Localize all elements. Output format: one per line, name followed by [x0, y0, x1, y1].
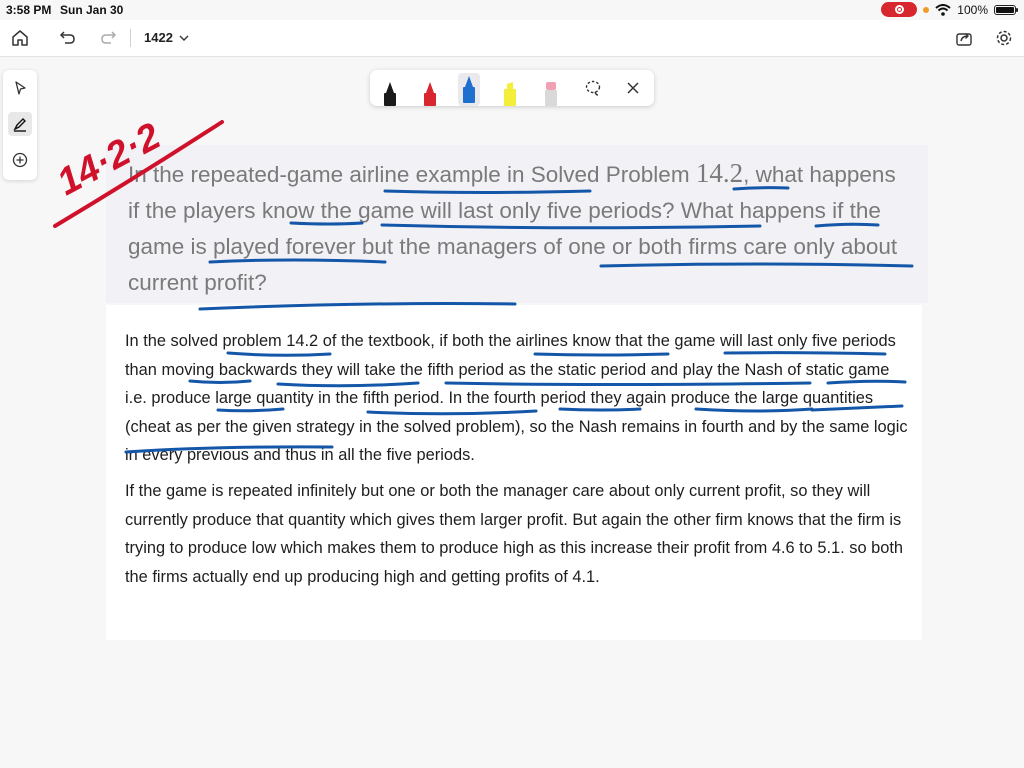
question-text-start: In the repeated-game airline example in … [128, 162, 696, 187]
screen-recording-indicator[interactable] [881, 2, 918, 17]
microphone-in-use-dot [923, 6, 930, 13]
battery-icon [994, 4, 1018, 15]
answer-paragraph-2: If the game is repeated infinitely but o… [125, 482, 904, 586]
add-button[interactable] [8, 148, 32, 172]
answer-paragraph-1: In the solved problem 14.2 of the textbo… [125, 332, 908, 465]
status-date: Sun Jan 30 [60, 3, 124, 17]
undo-button[interactable] [56, 26, 80, 50]
add-circle-icon [12, 152, 28, 168]
undo-icon [59, 31, 75, 44]
redo-icon [101, 31, 117, 44]
wifi-icon [935, 3, 951, 16]
home-button[interactable] [8, 26, 32, 50]
left-tool-rail [3, 70, 37, 180]
lasso-tool-button[interactable] [581, 76, 605, 100]
document-title: 1422 [144, 30, 173, 45]
document-title-menu[interactable]: 1422 [144, 30, 189, 45]
close-palette-button[interactable] [621, 76, 645, 100]
pen-tool-button[interactable] [8, 112, 32, 136]
chevron-down-icon [179, 35, 189, 41]
highlighter-icon [504, 82, 516, 106]
record-icon [894, 5, 904, 14]
question-text: In the repeated-game airline example in … [128, 155, 898, 301]
question-card: In the repeated-game airline example in … [106, 145, 928, 303]
share-icon [956, 33, 972, 46]
toolbar-divider [130, 29, 131, 47]
settings-button[interactable] [992, 26, 1016, 50]
status-bar: 3:58 PM Sun Jan 30 100% [0, 0, 1024, 20]
black-pen-icon [384, 82, 396, 106]
status-time: 3:58 PM [6, 3, 52, 17]
top-toolbar: 1422 [0, 20, 1024, 57]
eraser[interactable] [540, 76, 562, 106]
black-pen[interactable] [379, 76, 401, 106]
blue-pen[interactable] [458, 73, 480, 106]
yellow-highlighter[interactable] [499, 76, 521, 106]
pointer-arrow-icon [15, 81, 26, 95]
home-icon [12, 30, 28, 46]
answer-card: In the solved problem 14.2 of the textbo… [106, 305, 922, 640]
share-button[interactable] [952, 26, 976, 50]
close-icon [627, 82, 639, 94]
pen-icon [13, 118, 26, 132]
gear-icon [996, 30, 1012, 46]
pen-palette [370, 70, 654, 106]
lasso-icon [585, 80, 601, 96]
problem-number: 14.2 [695, 158, 744, 188]
red-pen[interactable] [419, 76, 441, 106]
battery-percentage: 100% [957, 2, 988, 17]
eraser-icon [545, 82, 557, 106]
blue-pen-icon [463, 76, 475, 103]
status-indicators: 100% [881, 2, 1018, 17]
redo-button[interactable] [96, 26, 120, 50]
select-tool-button[interactable] [8, 76, 32, 100]
red-pen-icon [424, 82, 436, 106]
